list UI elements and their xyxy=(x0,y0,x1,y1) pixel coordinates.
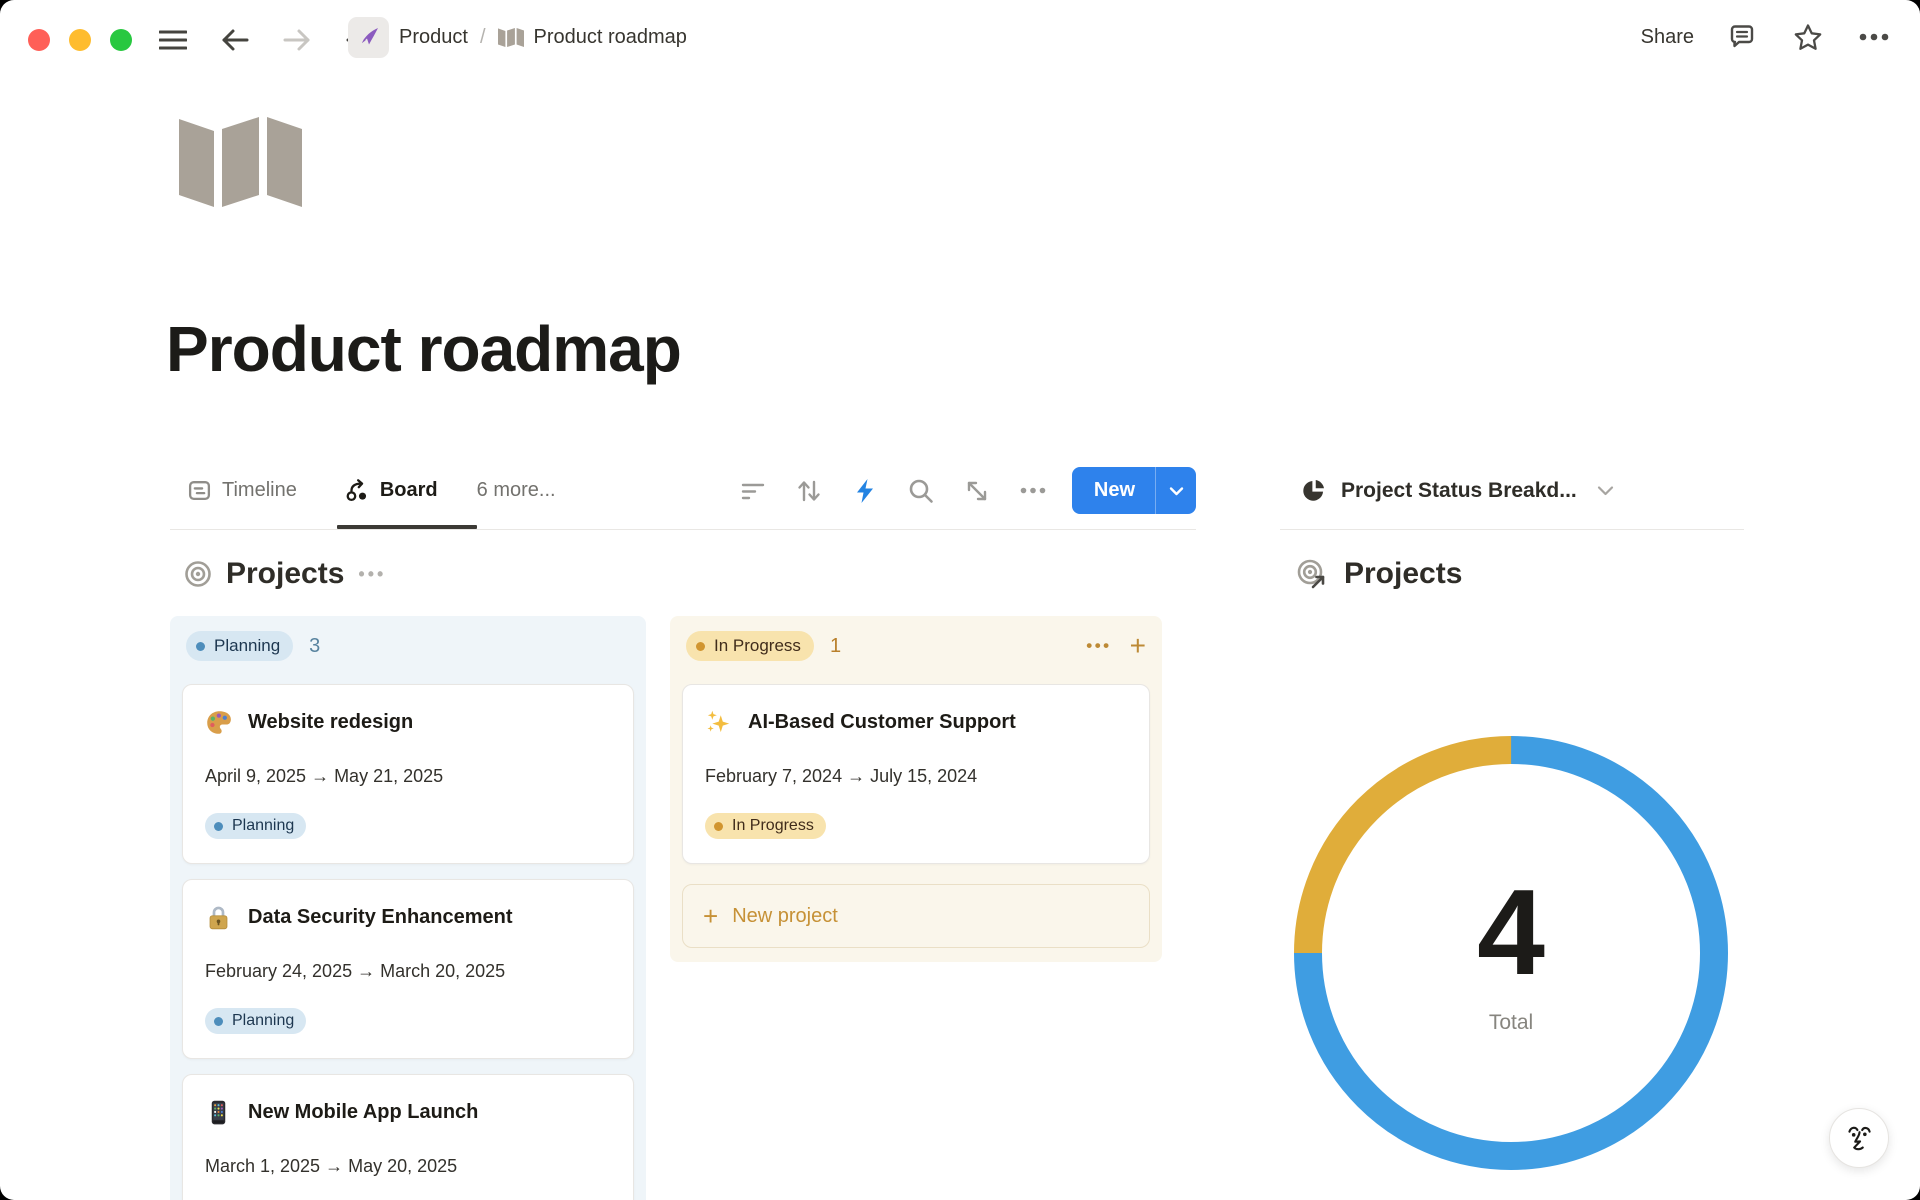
palette-emoji xyxy=(205,709,232,736)
card-dates: February 24, 2025 → March 20, 2025 xyxy=(205,961,611,982)
favorite-star-icon[interactable] xyxy=(1790,19,1826,55)
project-card[interactable]: New Mobile App Launch March 1, 2025 → Ma… xyxy=(182,1074,634,1200)
board-section-options-icon[interactable]: ••• xyxy=(358,564,386,585)
chart-selector-label: Project Status Breakd... xyxy=(1341,479,1577,503)
board-view-icon xyxy=(345,478,370,503)
column-count: 3 xyxy=(309,635,320,658)
automation-lightning-icon[interactable] xyxy=(852,478,878,504)
status-badge: Planning xyxy=(186,631,293,661)
card-title: New Mobile App Launch xyxy=(248,1101,478,1124)
card-title: AI-Based Customer Support xyxy=(748,711,1016,734)
share-button[interactable]: Share xyxy=(1641,26,1694,49)
filter-icon[interactable] xyxy=(740,478,766,504)
project-card[interactable]: Data Security Enhancement February 24, 2… xyxy=(182,879,634,1059)
column-options-icon[interactable]: ••• xyxy=(1086,636,1111,656)
card-status-badge: Planning xyxy=(205,1008,306,1034)
back-arrow-icon[interactable] xyxy=(217,22,253,58)
new-record-dropdown-chevron[interactable] xyxy=(1155,467,1196,514)
card-dates: April 9, 2025 → May 21, 2025 xyxy=(205,766,611,787)
new-record-button[interactable]: New xyxy=(1072,467,1196,514)
card-dates: February 7, 2024 → July 15, 2024 xyxy=(705,766,1127,787)
tab-timeline[interactable]: Timeline xyxy=(178,467,306,514)
map-icon xyxy=(498,27,524,48)
linked-target-icon xyxy=(1296,558,1330,590)
page-map-icon[interactable] xyxy=(179,116,302,208)
chart-section-title: Projects xyxy=(1344,557,1462,591)
sort-icon[interactable] xyxy=(796,478,822,504)
card-status-badge: In Progress xyxy=(705,813,826,839)
view-tab-bar: Timeline Board 6 more... xyxy=(170,467,1196,514)
workspace-dart-icon[interactable] xyxy=(348,17,389,58)
view-bar-divider xyxy=(170,529,1196,530)
comments-icon[interactable] xyxy=(1724,19,1760,55)
breadcrumb: Product / Product roadmap xyxy=(348,15,687,59)
lock-emoji xyxy=(205,904,232,931)
board-column-in-progress: In Progress 1 ••• + AI-Based Customer Su… xyxy=(670,616,1162,962)
timeline-view-icon xyxy=(187,478,212,503)
app-window: Product / Product roadmap Share Product … xyxy=(0,0,1920,1200)
more-views-button[interactable]: 6 more... xyxy=(477,479,556,502)
close-window-button[interactable] xyxy=(28,29,50,51)
window-topbar: Product / Product roadmap Share xyxy=(0,0,1920,70)
project-card[interactable]: Website redesign April 9, 2025 → May 21,… xyxy=(182,684,634,864)
traffic-lights xyxy=(28,29,132,51)
plus-icon: + xyxy=(703,901,718,932)
new-project-button[interactable]: + New project xyxy=(682,884,1150,948)
search-icon[interactable] xyxy=(908,478,934,504)
chart-selector[interactable]: Project Status Breakd... xyxy=(1280,467,1744,514)
new-project-label: New project xyxy=(732,905,838,928)
board-column-planning: Planning 3 Website redesign April 9, 202… xyxy=(170,616,646,1200)
active-tab-underline xyxy=(337,525,477,529)
notion-ai-button[interactable] xyxy=(1829,1108,1889,1168)
new-record-label: New xyxy=(1072,467,1155,514)
card-title: Website redesign xyxy=(248,711,413,734)
minimize-window-button[interactable] xyxy=(69,29,91,51)
card-title: Data Security Enhancement xyxy=(248,906,513,929)
card-status-badge: Planning xyxy=(205,813,306,839)
column-count: 1 xyxy=(830,635,841,658)
page-title[interactable]: Product roadmap xyxy=(166,312,681,386)
ai-face-icon xyxy=(1842,1121,1876,1155)
breadcrumb-root[interactable]: Product xyxy=(399,26,468,49)
donut-chart: 4 Total xyxy=(1291,733,1731,1173)
status-dot xyxy=(196,642,205,651)
phone-emoji xyxy=(205,1099,232,1126)
expand-icon[interactable] xyxy=(964,478,990,504)
tab-board-label: Board xyxy=(380,479,438,502)
more-options-icon[interactable] xyxy=(1856,19,1892,55)
project-card[interactable]: AI-Based Customer Support February 7, 20… xyxy=(682,684,1150,864)
chevron-down-icon xyxy=(1597,485,1614,496)
tab-timeline-label: Timeline xyxy=(222,479,297,502)
breadcrumb-separator: / xyxy=(480,26,486,49)
breadcrumb-page[interactable]: Product roadmap xyxy=(534,26,687,49)
view-options-dots-icon[interactable] xyxy=(1020,478,1046,504)
tab-board[interactable]: Board xyxy=(336,467,447,514)
column-add-card-icon[interactable]: + xyxy=(1130,636,1146,656)
status-badge: In Progress xyxy=(686,631,814,661)
target-icon xyxy=(184,560,212,588)
panel-divider xyxy=(1280,529,1744,530)
status-dot xyxy=(696,642,705,651)
menu-icon[interactable] xyxy=(155,22,191,58)
database-view-region: Timeline Board 6 more... xyxy=(170,467,1196,1200)
card-dates: March 1, 2025 → May 20, 2025 xyxy=(205,1156,611,1177)
board-section-title: Projects xyxy=(226,557,344,591)
chart-panel: Project Status Breakd... Projects 4 Tota… xyxy=(1280,467,1744,596)
forward-arrow-icon[interactable] xyxy=(279,22,315,58)
sparkles-emoji xyxy=(705,709,732,736)
pie-chart-icon xyxy=(1300,477,1327,504)
zoom-window-button[interactable] xyxy=(110,29,132,51)
